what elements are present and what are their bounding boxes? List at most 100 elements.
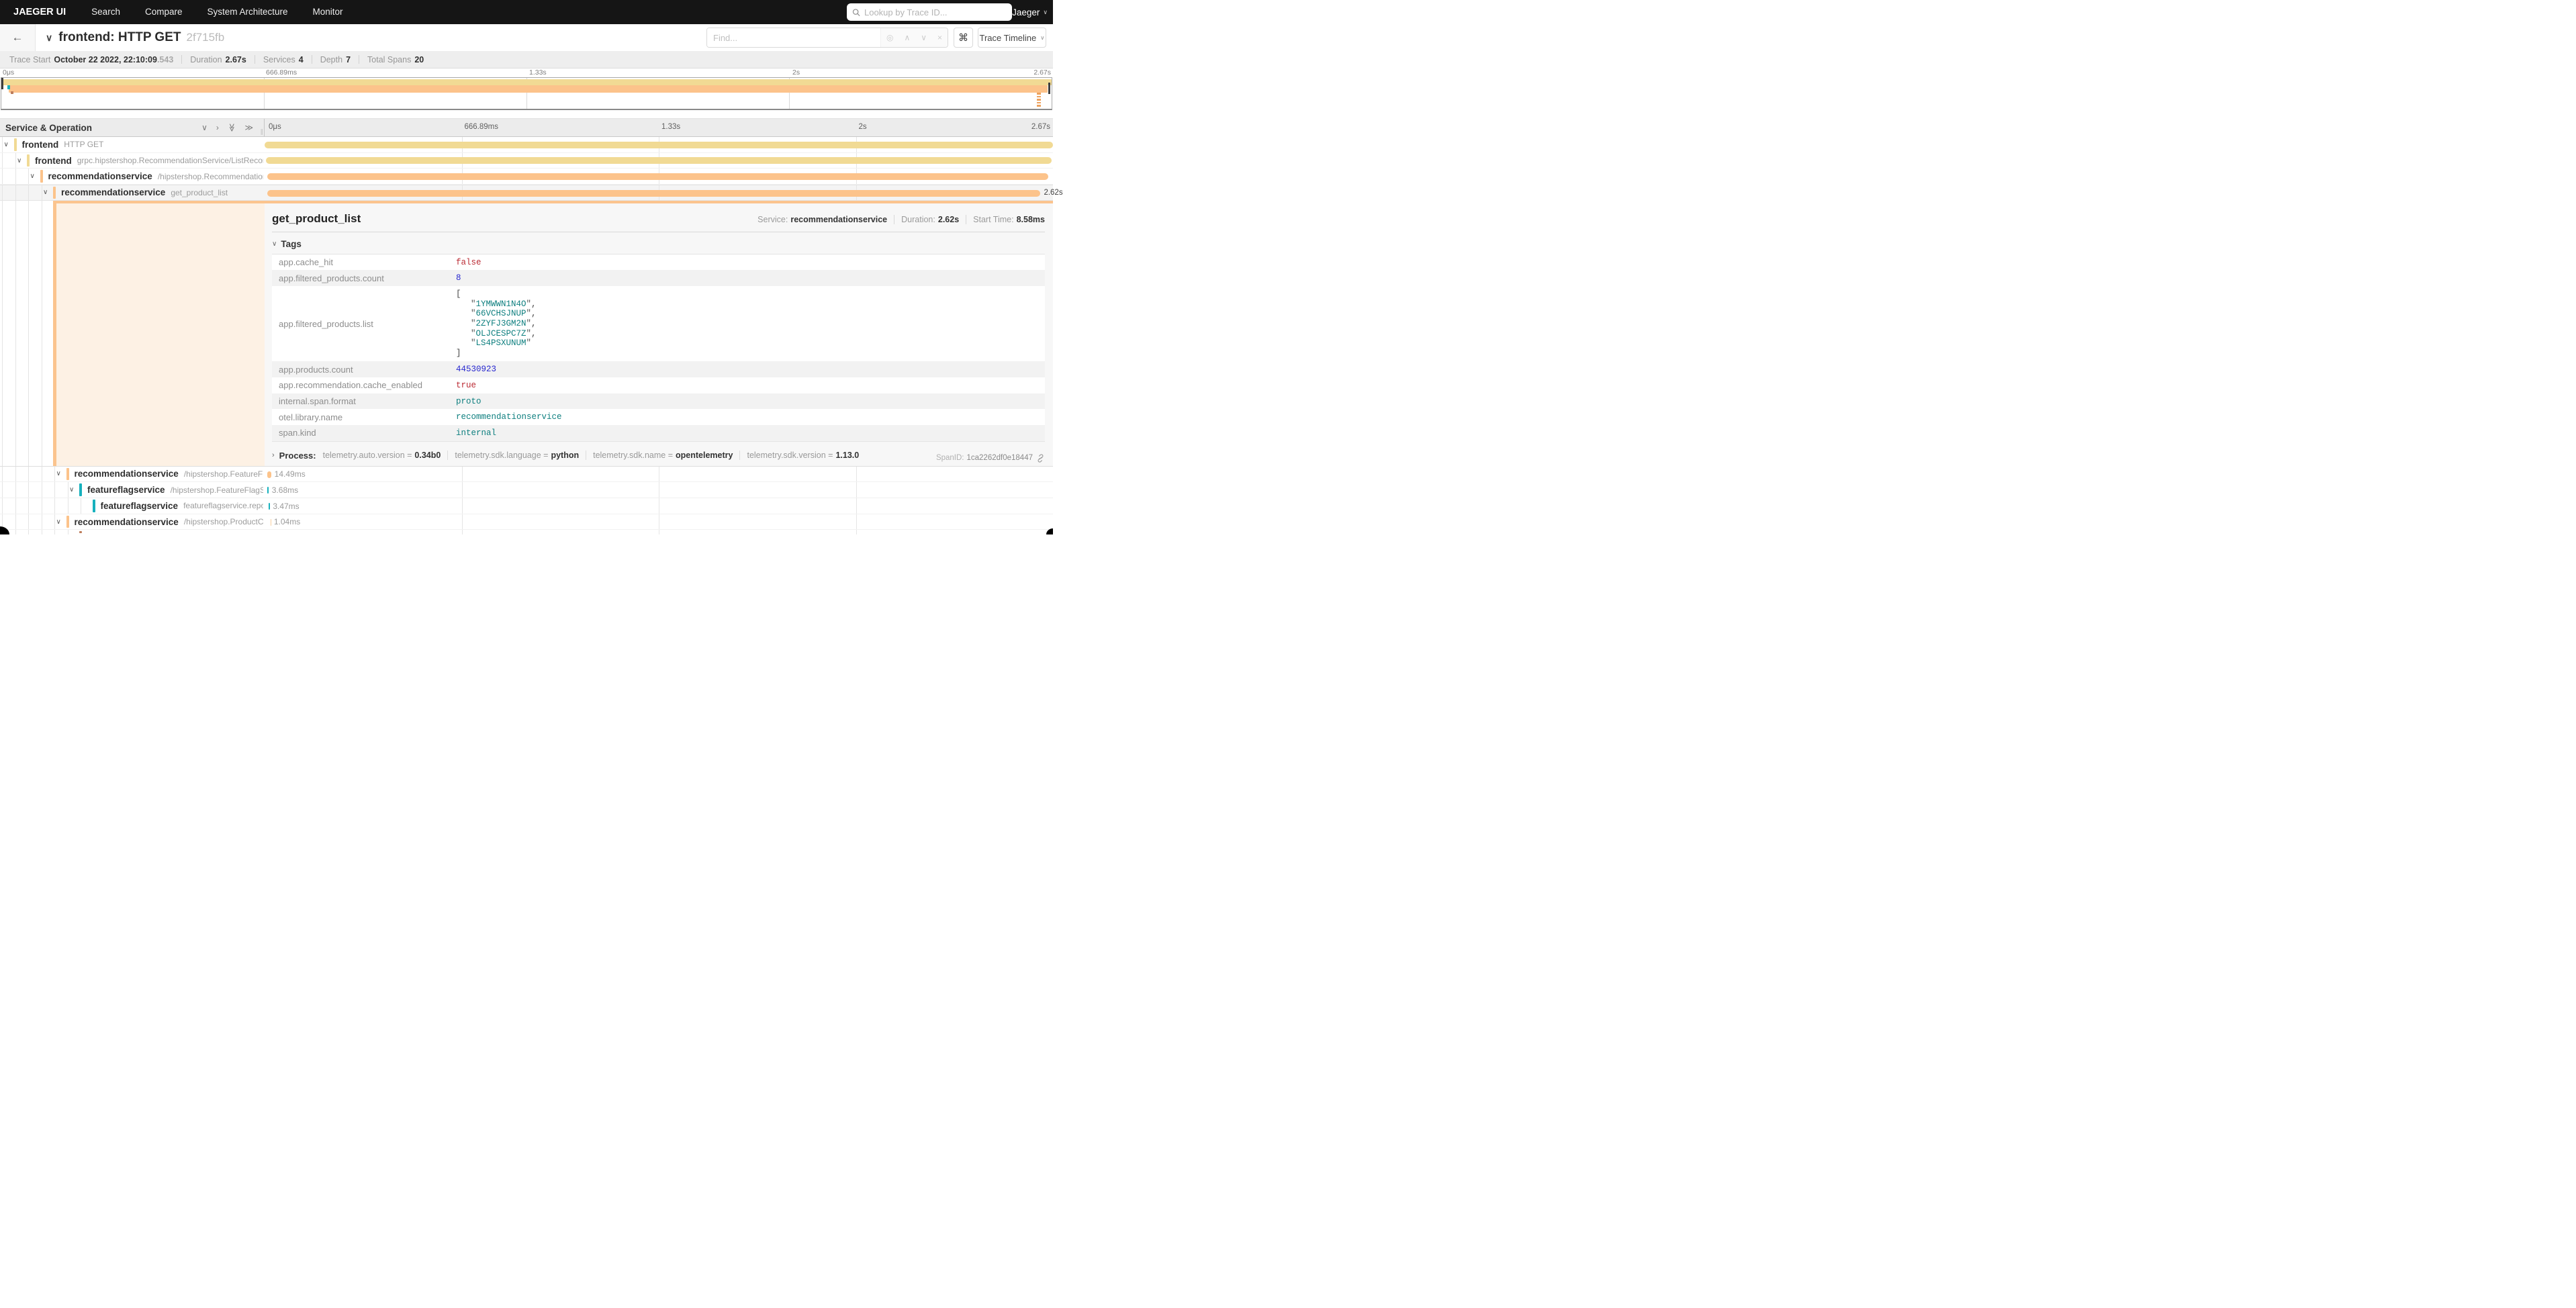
span-row-timeline-cell[interactable]: 3.68ms [265, 482, 1053, 498]
tags-section-toggle[interactable]: ∨ Tags [272, 239, 1045, 249]
span-row[interactable]: ∨ frontendHTTP GET [0, 137, 1053, 153]
timeline-gridline [462, 482, 463, 498]
indent-guide [2, 482, 3, 498]
span-row-name-cell[interactable]: ∨ recommendationservice/hipstershop.Recom… [0, 169, 265, 184]
span-row[interactable]: ∨ featureflagservice/hipstershop.FeatureF… [0, 482, 1053, 498]
indent-guide [2, 498, 3, 514]
span-duration-label: 2.62s [1044, 189, 1062, 197]
list-item: "LS4PSXUNUM" [456, 338, 1045, 348]
chevron-down-icon[interactable]: ∨ [56, 514, 61, 530]
span-row-name-cell[interactable]: ∨ recommendationserviceget_product_list [0, 185, 265, 200]
about-jaeger-menu[interactable]: About Jaeger ∨ [986, 0, 1048, 24]
span-row-timeline-cell[interactable] [265, 137, 1053, 152]
service-color-bar [40, 170, 43, 183]
minimap-tick-label: 666.89ms [266, 68, 297, 77]
span-row[interactable]: ∨ frontendgrpc.hipstershop.Recommendation… [0, 153, 1053, 169]
nav-item-system-architecture[interactable]: System Architecture [207, 7, 287, 17]
minimap-drag-handle[interactable] [1048, 83, 1050, 94]
back-button[interactable]: ← [0, 24, 36, 51]
service-color-bar [66, 516, 69, 528]
span-row-label[interactable]: frontendHTTP GET [22, 137, 264, 152]
chevron-down-icon[interactable]: ∨ [17, 153, 21, 169]
indent-guide [15, 467, 16, 482]
span-duration-label: 3.68ms [272, 485, 298, 495]
double-chevron-right-icon[interactable]: ≫ [244, 123, 253, 132]
locate-span-icon[interactable]: ◎ [886, 33, 893, 42]
app-brand[interactable]: JAEGER UI [13, 7, 66, 17]
span-row-name-cell[interactable]: ∨ featureflagservice/hipstershop.FeatureF… [0, 482, 265, 498]
chevron-down-icon[interactable]: ∨ [201, 123, 208, 132]
nav-item-compare[interactable]: Compare [145, 7, 183, 17]
next-result-icon[interactable]: ∨ [921, 33, 927, 42]
collapse-trace-chevron-icon[interactable]: ∨ [46, 32, 52, 44]
chevron-down-icon[interactable]: ∨ [56, 467, 61, 482]
span-row[interactable]: ∨ recommendationservice/hipstershop.Produ… [0, 514, 1053, 530]
clear-search-icon[interactable]: × [937, 33, 942, 42]
span-duration-bar[interactable] [271, 519, 272, 526]
span-row-name-cell[interactable]: ∨ frontendgrpc.hipstershop.Recommendation… [0, 153, 265, 169]
indent-guide [2, 169, 3, 184]
chevron-down-icon[interactable]: ∨ [30, 169, 35, 184]
span-meta: Service:recommendationservice Duration:2… [757, 215, 1045, 224]
span-row[interactable]: ∨ recommendationservice/hipstershop.Recom… [0, 169, 1053, 185]
trace-minimap[interactable] [1, 77, 1052, 110]
span-duration-bar[interactable] [269, 503, 270, 510]
span-row-timeline-cell[interactable]: 2.62s [265, 185, 1053, 200]
span-duration-bar[interactable] [265, 142, 1053, 148]
span-row-name-cell[interactable] [0, 530, 265, 534]
span-duration-bar[interactable] [266, 157, 1051, 164]
indent-guide [15, 169, 16, 184]
prev-result-icon[interactable]: ∧ [904, 33, 910, 42]
span-row-name-cell[interactable]: ∨ recommendationservice/hipstershop.Produ… [0, 514, 265, 530]
span-row[interactable] [0, 530, 1053, 534]
span-row-label[interactable]: recommendationservice/hipstershop.Produc… [75, 514, 264, 530]
span-duration-bar[interactable] [267, 471, 271, 478]
minimap-drag-handle[interactable] [1, 78, 3, 89]
minimap-span-mark [1037, 93, 1041, 95]
span-row-label[interactable]: featureflagservice/hipstershop.FeatureFl… [87, 482, 263, 498]
span-duration-bar[interactable] [267, 173, 1048, 180]
indent-guide [15, 530, 16, 534]
service-color-bar [14, 138, 17, 151]
span-rows: ∨frontendHTTP GET∨frontendgrpc.hipstersh… [0, 137, 1053, 534]
column-resizer-handle[interactable]: ∥ [261, 128, 264, 136]
nav-item-search[interactable]: Search [91, 7, 120, 17]
span-row-timeline-cell[interactable]: 1.04ms [265, 514, 1053, 530]
chevron-down-icon[interactable]: ∨ [69, 482, 74, 498]
span-row[interactable]: ∨ recommendationservice/hipstershop.Featu… [0, 467, 1053, 483]
span-row-label[interactable]: recommendationservice/hipstershop.Featur… [75, 467, 264, 482]
span-row-timeline-cell[interactable]: 14.49ms [265, 467, 1053, 482]
list-item: "2ZYFJ3GM2N", [456, 319, 1045, 329]
trace-view-select[interactable]: Trace Timeline ∨ [978, 28, 1046, 48]
span-row-label[interactable]: frontendgrpc.hipstershop.RecommendationS… [35, 153, 263, 169]
span-row[interactable]: ∨ recommendationserviceget_product_list2.… [0, 185, 1053, 201]
span-row[interactable]: featureflagservicefeatureflagservice.rep… [0, 498, 1053, 514]
span-detail-top-bar[interactable] [56, 201, 1053, 203]
copy-link-icon[interactable] [1036, 454, 1045, 463]
nav-item-monitor[interactable]: Monitor [313, 7, 343, 17]
span-row-label[interactable]: recommendationserviceget_product_list [61, 185, 263, 200]
operation-name: featureflagservice.repo.query:fe... [183, 501, 263, 510]
service-name: recommendationservice [75, 517, 179, 527]
keyboard-shortcuts-button[interactable]: ⌘ [954, 28, 973, 48]
span-row-name-cell[interactable]: ∨ frontendHTTP GET [0, 137, 265, 152]
span-row-timeline-cell[interactable] [265, 153, 1053, 169]
span-row-timeline-cell[interactable] [265, 169, 1053, 184]
span-row-timeline-cell[interactable]: 3.47ms [265, 498, 1053, 514]
process-section-toggle[interactable]: › Process: telemetry.auto.version =0.34b… [272, 451, 1045, 461]
find-input[interactable] [707, 28, 880, 47]
span-row-name-cell[interactable]: featureflagservicefeatureflagservice.rep… [0, 498, 265, 514]
chevron-down-icon[interactable]: ∨ [43, 185, 48, 200]
chevron-down-icon[interactable]: ∨ [4, 137, 9, 152]
span-row-label[interactable]: featureflagservicefeatureflagservice.rep… [101, 498, 264, 514]
span-duration-bar[interactable] [267, 190, 1041, 197]
span-duration-bar[interactable] [267, 487, 269, 494]
span-row-name-cell[interactable]: ∨ recommendationservice/hipstershop.Featu… [0, 467, 265, 482]
service-name: frontend [22, 140, 59, 150]
chevron-right-icon[interactable]: › [216, 123, 219, 132]
span-row-timeline-cell[interactable] [265, 530, 1053, 534]
double-chevron-down-icon[interactable]: ≫ [227, 124, 236, 132]
span-row-label[interactable]: recommendationservice/hipstershop.Recomm… [48, 169, 264, 184]
tag-key: app.products.count [272, 365, 456, 375]
trace-page-header: ← ∨ frontend: HTTP GET 2f715fb ◎∧∨× ⌘ Tr… [0, 24, 1053, 51]
